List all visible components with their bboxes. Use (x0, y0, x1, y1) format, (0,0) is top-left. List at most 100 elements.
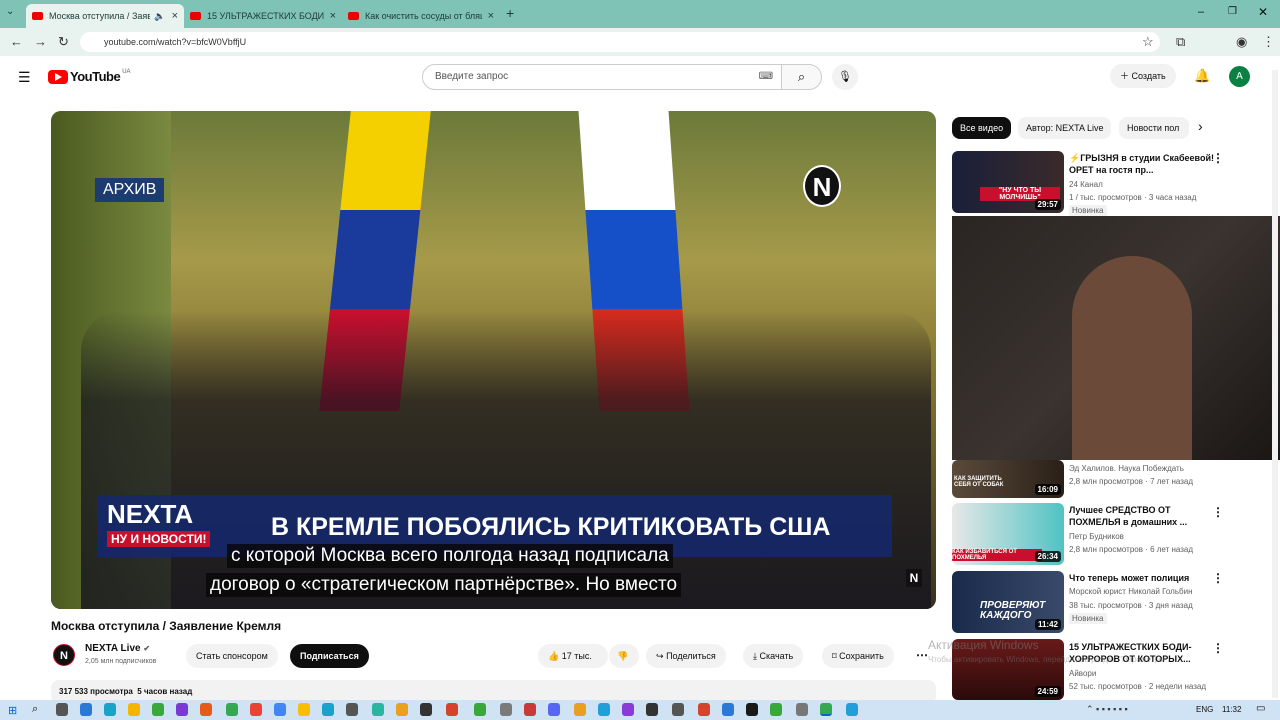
close-tab-icon[interactable]: × (172, 10, 178, 22)
share-button[interactable]: ↪ Поделиться (646, 644, 726, 668)
tab-search-icon[interactable]: ⌄ (6, 6, 14, 17)
app-icon-1[interactable] (80, 703, 92, 716)
notifications-icon[interactable]: 🔔 (1194, 68, 1210, 84)
subscribe-button[interactable]: Подписаться (290, 644, 369, 668)
app-icon-21[interactable] (574, 703, 586, 716)
app-icon-16[interactable] (446, 703, 458, 716)
rec-item-4[interactable]: ПРОВЕРЯЮТ КАЖДОГО 11:42 Что теперь может … (952, 571, 1280, 637)
new-badge: Новинка (1069, 613, 1107, 624)
app-icon-24[interactable] (646, 703, 658, 716)
app-icon-31[interactable] (846, 703, 858, 716)
rec-item-3[interactable]: КАК ИЗБАВИТЬСЯ ОТ ПОХМЕЛЬЯ 26:34 Лучшее С… (952, 503, 1280, 569)
app-icon-17[interactable] (474, 703, 486, 716)
search-button[interactable]: ⌕ (782, 64, 822, 90)
app-icon-27[interactable] (722, 703, 734, 716)
rec-thumbnail[interactable]: КАК ЗАЩИТИТЬ СЕБЯ ОТ СОБАК 16:09 (952, 460, 1064, 498)
chip-all-videos[interactable]: Все видео (952, 117, 1012, 139)
back-icon[interactable]: ← (10, 34, 23, 49)
menu-icon[interactable]: ☰ (18, 69, 31, 86)
new-tab-button[interactable]: + (506, 5, 514, 21)
create-button[interactable]: ＋ Создать (1110, 64, 1176, 88)
app-icon-13[interactable] (372, 703, 384, 716)
app-icon-8[interactable] (250, 703, 262, 716)
app-icon-23[interactable] (622, 703, 634, 716)
app-icon-26[interactable] (698, 703, 710, 716)
verified-icon: ✔ (143, 644, 151, 653)
rec-menu-icon[interactable]: ⋮ (1212, 505, 1224, 519)
keyboard-icon[interactable]: ⌨ (759, 65, 773, 89)
app-icon-12[interactable] (346, 703, 358, 716)
app-icon-28[interactable] (746, 703, 758, 716)
minimize-button[interactable]: – (1198, 6, 1204, 18)
extensions-icon[interactable]: ⧉ (1176, 34, 1185, 50)
download-button[interactable]: ⤓ Скачать (743, 644, 804, 668)
reload-icon[interactable]: ↻ (58, 34, 69, 50)
page-scrollbar[interactable] (1272, 70, 1278, 698)
app-icon-18[interactable] (500, 703, 512, 716)
app-icon-25[interactable] (672, 703, 684, 716)
app-icon-11[interactable] (322, 703, 334, 716)
app-icon-5[interactable] (176, 703, 188, 716)
sponsor-button[interactable]: Стать спонсором (186, 644, 278, 668)
youtube-logo[interactable]: YouTube UA (48, 69, 131, 84)
nexta-small-logo: N (906, 569, 922, 587)
search-input[interactable]: Введите запрос ⌨ (422, 64, 782, 90)
chips-next-icon[interactable]: › (1198, 118, 1203, 134)
chip-news[interactable]: Новости пол (1119, 117, 1189, 139)
like-button[interactable]: 👍 17 тыс. (538, 644, 608, 668)
app-icon-14[interactable] (396, 703, 408, 716)
channel-name[interactable]: NEXTA Live ✔ (85, 643, 150, 654)
profile-icon[interactable]: ◉ (1236, 34, 1247, 50)
app-icon-15[interactable] (420, 703, 432, 716)
rec-menu-icon[interactable]: ⋮ (1212, 151, 1224, 165)
app-icon-10[interactable] (298, 703, 310, 716)
rec-thumbnail[interactable]: КАК ИЗБАВИТЬСЯ ОТ ПОХМЕЛЬЯ 26:34 (952, 503, 1064, 565)
rec-item-1[interactable]: "НУ ЧТО ТЫ МОЛЧИШЬ" 29:57 ⚡ГРЫЗНЯ в студи… (952, 151, 1280, 217)
tray-icons[interactable]: ⌃ ▪ ▪ ▪ ▪ ▪ ▪ (1086, 704, 1128, 715)
app-icon-3[interactable] (128, 703, 140, 716)
app-icon-6[interactable] (200, 703, 212, 716)
close-tab-icon[interactable]: × (488, 10, 494, 22)
voice-search-button[interactable]: 🎙 (832, 64, 858, 90)
tab-3[interactable]: Как очистить сосуды от бляш × (342, 4, 500, 28)
subscriber-count: 2,05 млн подписчиков (85, 658, 157, 665)
close-tab-icon[interactable]: × (330, 10, 336, 22)
close-window-button[interactable]: ✕ (1258, 5, 1268, 19)
address-bar[interactable]: youtube.com/watch?v=bfcW0VbffjU (80, 32, 1160, 52)
start-icon[interactable]: ⊞ (8, 704, 17, 717)
notification-center-icon[interactable]: ▭ (1256, 703, 1265, 714)
app-icon-19[interactable] (524, 703, 536, 716)
rec-thumbnail[interactable]: "НУ ЧТО ТЫ МОЛЧИШЬ" 29:57 (952, 151, 1064, 213)
chrome-active-icon[interactable] (820, 703, 832, 716)
dislike-button[interactable]: 👎 (609, 644, 639, 668)
rec-menu-icon[interactable]: ⋮ (1212, 641, 1224, 655)
rec-menu-icon[interactable]: ⋮ (1212, 571, 1224, 585)
browser-menu-icon[interactable]: ⋮ (1262, 34, 1275, 50)
user-avatar[interactable]: A (1229, 66, 1250, 87)
app-icon-29[interactable] (770, 703, 782, 716)
app-icon-7[interactable] (226, 703, 238, 716)
app-icon-30[interactable] (796, 703, 808, 716)
app-icon-9[interactable] (274, 703, 286, 716)
bookmark-star-icon[interactable]: ☆ (1142, 34, 1154, 50)
language-indicator[interactable]: ENG (1196, 705, 1213, 714)
search-taskbar-icon[interactable]: ⌕ (32, 703, 38, 716)
microphone-icon: 🎙 (838, 71, 852, 83)
rec-thumbnail[interactable]: ПРОВЕРЯЮТ КАЖДОГО 11:42 (952, 571, 1064, 633)
system-clock[interactable]: 11:32 (1222, 705, 1241, 714)
app-icon-4[interactable] (152, 703, 164, 716)
app-icon-22[interactable] (598, 703, 610, 716)
forward-icon[interactable]: → (34, 34, 47, 49)
channel-avatar[interactable]: N (53, 644, 75, 666)
video-player[interactable]: АРХИВ N NEXTA НУ И НОВОСТИ! В КРЕМЛЕ ПОБ… (51, 111, 936, 609)
region-code: UA (122, 68, 131, 75)
task-view-icon[interactable] (56, 703, 68, 716)
maximize-button[interactable]: ❐ (1228, 6, 1237, 17)
tab-2[interactable]: 15 УЛЬТРАЖЕСТКИХ БОДИ- × (184, 4, 342, 28)
app-icon-2[interactable] (104, 703, 116, 716)
tab-1[interactable]: Москва отступила / Заявле🔈 × (26, 4, 184, 28)
more-actions-icon[interactable]: ⋯ (916, 648, 928, 662)
chip-author[interactable]: Автор: NEXTA Live (1018, 117, 1112, 139)
save-button[interactable]: ⌑ Сохранить (822, 644, 894, 668)
app-icon-20[interactable] (548, 703, 560, 716)
